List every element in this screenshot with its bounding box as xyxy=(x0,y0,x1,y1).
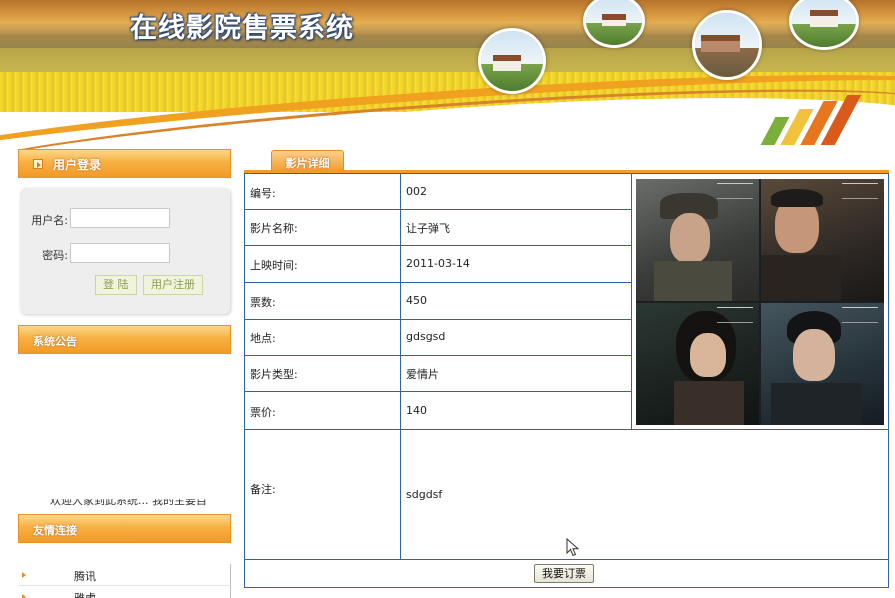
banner-photo-2 xyxy=(583,0,645,48)
location-value: gdsgsd xyxy=(401,320,632,356)
username-label: 用户名: xyxy=(31,214,68,227)
banner-photo-1 xyxy=(478,28,546,94)
tab-movie-detail[interactable]: 影片详细 xyxy=(271,150,344,172)
remark-value: sdgdsf xyxy=(401,430,888,560)
ticket-price-value: 140 xyxy=(401,392,632,430)
login-form: 用户名: 密码: 登 陆 用户注册 xyxy=(20,188,230,314)
link-label[interactable]: 雅虎 xyxy=(74,590,96,598)
register-button[interactable]: 用户注册 xyxy=(143,275,203,295)
password-label: 密码: xyxy=(42,249,68,262)
site-banner: 在线影院售票系统 xyxy=(0,0,895,150)
table-row-label: 影片名称: xyxy=(245,210,401,246)
movie-name-value: 让子弹飞 xyxy=(401,210,632,246)
table-row-label: 上映时间: xyxy=(245,246,401,283)
arrow-box-icon xyxy=(33,159,43,169)
table-row-label: 票数: xyxy=(245,283,401,320)
notice-content: 欢迎大家到此系统... 我的主要目 xyxy=(20,354,232,512)
login-panel-header: 用户登录 xyxy=(18,149,231,178)
link-label[interactable]: 腾讯 xyxy=(74,568,96,584)
notice-panel-header: 系统公告 xyxy=(18,325,231,354)
order-ticket-button[interactable]: 我要订票 xyxy=(534,564,594,583)
poster-cell xyxy=(631,174,888,430)
release-date-value: 2011-03-14 xyxy=(401,246,632,283)
arrow-right-icon xyxy=(22,594,26,598)
link-item-tencent[interactable]: 腾讯 xyxy=(18,564,231,586)
login-button[interactable]: 登 陆 xyxy=(95,275,137,295)
movie-type-value: 爱情片 xyxy=(401,356,632,392)
password-input[interactable] xyxy=(70,243,170,263)
username-input[interactable] xyxy=(70,208,170,228)
movie-detail-table: 编号: 002 影片名称: 让子弹飞 上映时间: 2011-03-14 票数: … xyxy=(244,173,889,588)
links-panel-title: 友情连接 xyxy=(33,524,77,537)
movie-id-value: 002 xyxy=(401,174,632,210)
login-panel-title: 用户登录 xyxy=(53,158,102,172)
notice-scroll-text: 欢迎大家到此系统... 我的主要目 xyxy=(50,494,207,507)
table-row-label: 影片类型: xyxy=(245,356,401,392)
table-row-label: 备注: xyxy=(245,430,401,560)
notice-panel-title: 系统公告 xyxy=(33,335,77,348)
tab-label: 影片详细 xyxy=(285,157,330,170)
site-title: 在线影院售票系统 xyxy=(130,13,354,44)
banner-stripes xyxy=(760,95,862,145)
banner-photo-4 xyxy=(789,0,859,50)
banner-photo-3 xyxy=(692,10,762,80)
mouse-cursor-icon xyxy=(566,538,580,557)
movie-poster-image xyxy=(636,179,884,425)
table-row-label: 编号: xyxy=(245,174,401,210)
table-row-label: 票价: xyxy=(245,392,401,430)
links-panel-header: 友情连接 xyxy=(18,514,231,543)
table-row-label: 地点: xyxy=(245,320,401,356)
order-row: 我要订票 xyxy=(245,560,888,587)
friend-links-list: 腾讯 雅虎 xyxy=(18,564,231,598)
arrow-right-icon xyxy=(22,572,26,578)
link-item-yahoo[interactable]: 雅虎 xyxy=(18,586,231,598)
ticket-count-value: 450 xyxy=(401,283,632,320)
